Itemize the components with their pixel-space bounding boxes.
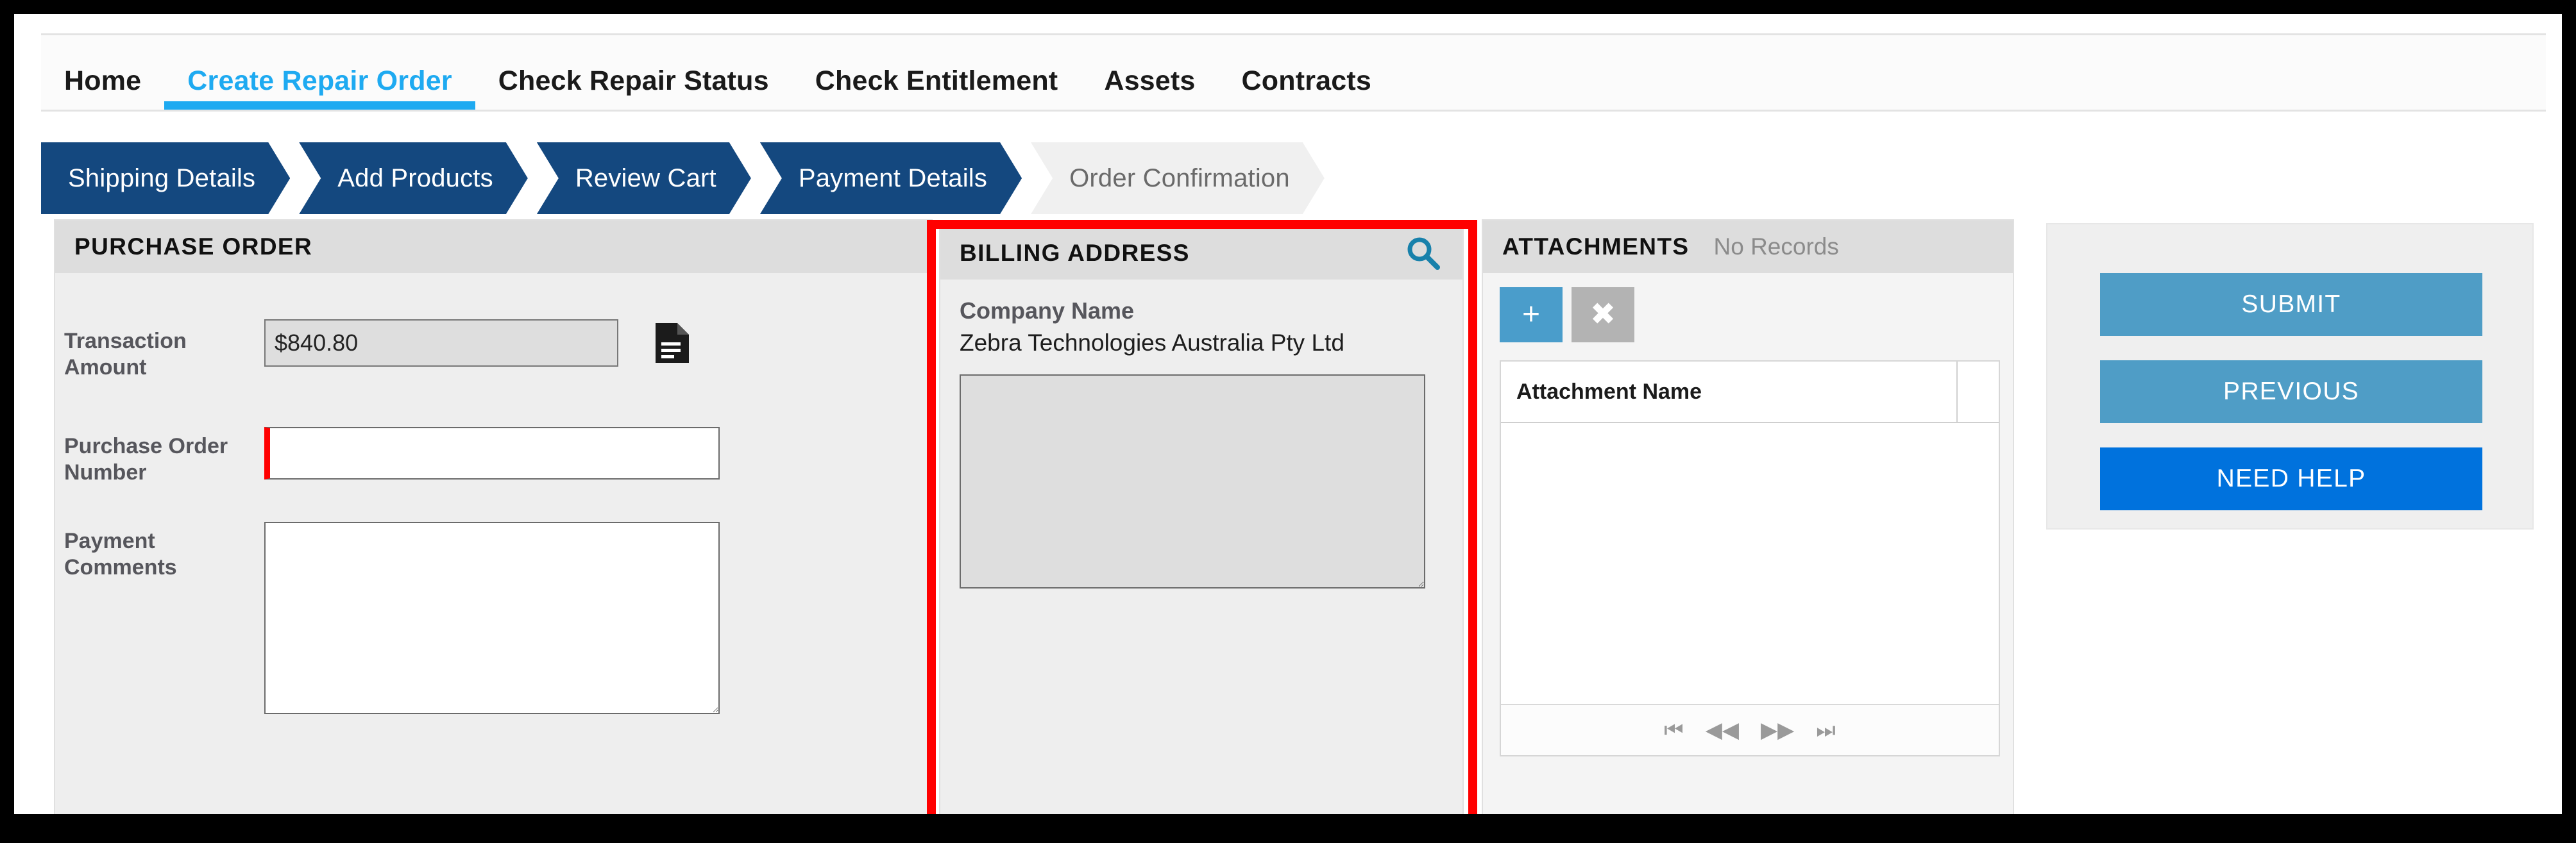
pager-first-icon[interactable]: ⏮ [1664,719,1684,741]
purchase-order-number-row: Purchase Order Number [64,427,917,487]
purchase-order-number-input[interactable] [264,427,720,480]
nav-tab-home[interactable]: Home [41,35,164,110]
wizard-step-shipping-details[interactable]: Shipping Details [41,142,290,214]
transaction-amount-row: Transaction Amount [64,319,917,381]
need-help-button[interactable]: NEED HELP [2100,447,2482,510]
add-attachment-button[interactable]: + [1500,287,1563,342]
purchase-order-body: Transaction Amount $840.80 Purchase Orde… [55,273,931,814]
wizard-step-add-products[interactable]: Add Products [299,142,528,214]
attachments-title: ATTACHMENTS [1502,233,1690,260]
column-header-attachment-name[interactable]: Attachment Name [1501,362,1958,422]
action-buttons-panel: SUBMIT PREVIOUS NEED HELP [2046,223,2534,530]
billing-address-title: BILLING ADDRESS [960,240,1190,266]
nav-tab-contracts[interactable]: Contracts [1219,35,1395,110]
attachments-grid-header: Attachment Name [1501,362,1999,423]
pager-next-icon[interactable]: ▶▶ [1761,719,1794,741]
payment-details-content: PURCHASE ORDER Transaction Amount $840.8… [14,219,2562,814]
company-name-value: Zebra Technologies Australia Pty Ltd [960,330,1344,356]
company-name-label: Company Name [960,297,1135,324]
wizard-step-bar: Shipping Details Add Products Review Car… [41,142,1670,214]
submit-button[interactable]: SUBMIT [2100,273,2482,336]
transaction-amount-label: Transaction Amount [64,329,187,380]
billing-address-panel: BILLING ADDRESS Company Name Zebra Techn… [939,226,1464,814]
purchase-order-title: PURCHASE ORDER [74,233,313,260]
purchase-order-panel: PURCHASE ORDER Transaction Amount $840.8… [54,219,933,814]
application-page: Home Create Repair Order Check Repair St… [14,14,2562,814]
grid-header-spacer [1958,362,1999,422]
nav-tab-create-repair-order[interactable]: Create Repair Order [164,35,476,110]
pager-prev-icon[interactable]: ◀◀ [1706,719,1739,741]
attachments-status: No Records [1713,233,1839,260]
search-icon[interactable] [1403,233,1443,273]
payment-comments-textarea[interactable] [264,522,720,714]
attachments-grid: Attachment Name ⏮ ◀◀ ▶▶ ⏭ [1500,360,2000,756]
document-icon[interactable] [653,323,689,363]
transaction-amount-input [264,319,618,367]
delete-attachment-button[interactable]: ✖ [1572,287,1634,342]
purchase-order-header: PURCHASE ORDER [55,221,931,273]
attachments-toolbar: + ✖ [1483,273,2013,342]
previous-button[interactable]: PREVIOUS [2100,360,2482,423]
wizard-step-payment-details[interactable]: Payment Details [760,142,1022,214]
nav-tab-list: Home Create Repair Order Check Repair St… [41,35,1394,110]
wizard-step-review-cart[interactable]: Review Cart [537,142,751,214]
nav-tab-check-repair-status[interactable]: Check Repair Status [475,35,792,110]
main-navigation: Home Create Repair Order Check Repair St… [41,33,2546,112]
screenshot-frame: Home Create Repair Order Check Repair St… [0,0,2576,843]
payment-comments-label: Payment Comments [64,529,177,580]
billing-address-textarea [960,374,1425,588]
attachments-pager: ⏮ ◀◀ ▶▶ ⏭ [1501,704,1999,755]
purchase-order-number-label: Purchase Order Number [64,434,228,485]
payment-comments-row: Payment Comments [64,522,917,714]
pager-last-icon[interactable]: ⏭ [1816,719,1836,741]
billing-address-body: Company Name Zebra Technologies Australi… [940,280,1462,814]
nav-tab-assets[interactable]: Assets [1081,35,1218,110]
wizard-step-order-confirmation: Order Confirmation [1031,142,1325,214]
nav-tab-check-entitlement[interactable]: Check Entitlement [792,35,1081,110]
attachments-body: + ✖ Attachment Name ⏮ ◀◀ ▶▶ ⏭ [1483,273,2013,814]
attachments-header: ATTACHMENTS No Records [1483,221,2013,273]
billing-address-header: BILLING ADDRESS [940,227,1462,280]
attachments-panel: ATTACHMENTS No Records + ✖ Attachment Na… [1482,219,2014,814]
